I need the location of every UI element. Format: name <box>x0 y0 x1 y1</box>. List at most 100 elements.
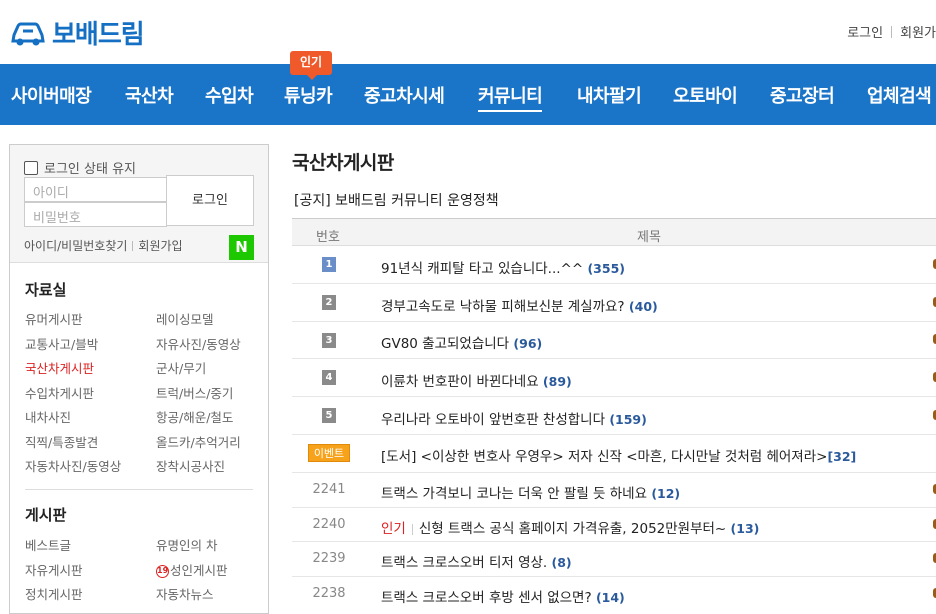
nav-used-car-price[interactable]: 중고차시세 <box>364 82 445 108</box>
row-title[interactable]: 트랙스 크로스오버 티저 영상. (8) <box>381 551 572 571</box>
sidebar-link[interactable]: 교통사고/블박 <box>25 334 98 353</box>
nav-motorcycle[interactable]: 오토바이 <box>673 82 738 108</box>
row-title[interactable]: [도서] <이상한 변호사 우영우> 저자 신작 <마흔, 다시만날 것처럼 헤… <box>381 445 856 465</box>
keep-login[interactable]: 로그인 상태 유지 <box>24 158 136 177</box>
sidebar-link[interactable]: 자동차뉴스 <box>156 584 214 603</box>
row-number: 2241 <box>312 482 346 497</box>
row-number: 2240 <box>312 517 346 532</box>
sidebar-link[interactable]: 트럭/버스/중기 <box>156 383 233 402</box>
account-links: 아이디/비밀번호찾기 회원가입 <box>24 237 183 254</box>
comment-count: (8) <box>551 555 572 570</box>
sidebar-link-adult[interactable]: 19 성인게시판 <box>156 560 228 579</box>
nav-sell-my-car[interactable]: 내차팔기 <box>577 82 642 108</box>
adult-19-icon: 19 <box>156 565 169 578</box>
row-title[interactable]: 트랙스 가격보니 코나는 더욱 안 팔릴 듯 하네요 (12) <box>381 482 680 502</box>
comment-count: (40) <box>628 299 658 314</box>
post-title: 신형 트랙스 공식 홈페이지 가격유출, 2052만원부터~ <box>418 521 727 537</box>
post-title: 이륜차 번호판이 바뀐다네요 <box>381 374 539 390</box>
join-link[interactable]: 회원가입 <box>138 237 182 254</box>
row-title[interactable]: 인기 신형 트랙스 공식 홈페이지 가격유출, 2052만원부터~ (13) <box>381 517 759 537</box>
table-row[interactable]: 2241 트랙스 가격보니 코나는 더욱 안 팔릴 듯 하네요 (12) <box>292 473 936 508</box>
adult-board-label: 성인게시판 <box>170 563 228 578</box>
nav-domestic-car[interactable]: 국산차 <box>125 82 174 108</box>
row-number: 3 <box>292 332 366 348</box>
row-number: 5 <box>292 407 366 423</box>
sidebar-link[interactable]: 장착시공사진 <box>156 456 225 475</box>
naver-login-icon[interactable]: N <box>229 235 254 260</box>
sidebar-link[interactable]: 베스트글 <box>25 535 71 554</box>
rank-badge: 2 <box>322 295 336 310</box>
post-title: [도서] <이상한 변호사 우영우> 저자 신작 <마흔, 다시만날 것처럼 헤… <box>381 449 828 465</box>
comment-count: (159) <box>609 412 647 427</box>
nav-cyber-store[interactable]: 사이버매장 <box>11 82 92 108</box>
row-title[interactable]: GV80 출고되었습니다 (96) <box>381 332 542 352</box>
nav-tuning-car[interactable]: 튜닝카 <box>284 82 333 108</box>
sidebar-link[interactable]: 자유게시판 <box>25 560 83 579</box>
row-number: 2 <box>292 294 366 310</box>
comment-count: (355) <box>587 261 625 276</box>
join-link[interactable]: 회원가 <box>900 22 936 41</box>
id-input[interactable]: 아이디 <box>24 177 167 202</box>
sidebar-link[interactable]: 유명인의 차 <box>156 535 217 554</box>
sidebar-link[interactable]: 올드카/추억거리 <box>156 432 241 451</box>
top-links: 로그인 회원가 <box>847 22 936 41</box>
sidebar-link[interactable]: 내차사진 <box>25 407 71 426</box>
find-account-link[interactable]: 아이디/비밀번호찾기 <box>24 237 127 254</box>
sidebar-link[interactable]: 수입차게시판 <box>25 383 94 402</box>
table-row[interactable]: 2238 트랙스 크로스오버 후방 센서 없으면? (14) <box>292 577 936 606</box>
divider <box>411 523 413 535</box>
sidebar-link[interactable]: 자유사진/동영상 <box>156 334 241 353</box>
table-row[interactable]: 2239 트랙스 크로스오버 티저 영상. (8) <box>292 542 936 577</box>
nav-used-market[interactable]: 중고장터 <box>770 82 835 108</box>
rank-badge: 3 <box>322 333 336 348</box>
row-title[interactable]: 트랙스 크로스오버 후방 센서 없으면? (14) <box>381 586 625 606</box>
row-title[interactable]: 경부고속도로 낙하물 피해보신분 계실까요? (40) <box>381 295 658 315</box>
sidebar-link[interactable]: 항공/해운/철도 <box>156 407 233 426</box>
row-number: 1 <box>292 256 366 272</box>
post-title: GV80 출고되었습니다 <box>381 336 510 352</box>
table-row[interactable]: 2 경부고속도로 낙하물 피해보신분 계실까요? (40) <box>292 284 936 322</box>
post-title: 우리나라 오토바이 앞번호판 찬성합니다 <box>381 412 606 428</box>
nav-company-search[interactable]: 업체검색 <box>867 82 932 108</box>
login-link[interactable]: 로그인 <box>847 22 883 41</box>
password-input[interactable]: 비밀번호 <box>24 202 167 227</box>
sidebar-link[interactable]: 레이싱모델 <box>156 309 214 328</box>
sidebar-link[interactable]: 자동차사진/동영상 <box>25 456 121 475</box>
sidebar-link[interactable]: 직찍/특종발견 <box>25 432 98 451</box>
row-number: 2238 <box>312 586 346 601</box>
comment-count: (13) <box>730 521 760 536</box>
table-row[interactable]: 3 GV80 출고되었습니다 (96) <box>292 322 936 359</box>
post-title: 트랙스 가격보니 코나는 더욱 안 팔릴 듯 하네요 <box>381 486 648 502</box>
sidebar-link[interactable]: 유머게시판 <box>25 309 83 328</box>
sidebar-link[interactable]: 정치게시판 <box>25 584 83 603</box>
table-row-event[interactable]: 이벤트 [도서] <이상한 변호사 우영우> 저자 신작 <마흔, 다시만날 것… <box>292 435 936 473</box>
nav-imported-car[interactable]: 수입차 <box>205 82 254 108</box>
rank-badge: 1 <box>322 257 336 272</box>
keep-login-label: 로그인 상태 유지 <box>44 162 136 177</box>
table-row[interactable]: 5 우리나라 오토바이 앞번호판 찬성합니다 (159) <box>292 397 936 435</box>
login-box: 로그인 상태 유지 아이디 비밀번호 로그인 아이디/비밀번호찾기 회원가입 N <box>10 145 268 263</box>
row-title[interactable]: 91년식 캐피탈 타고 있습니다...^^ (355) <box>381 257 625 277</box>
keep-login-checkbox[interactable] <box>24 160 38 175</box>
event-badge: 이벤트 <box>307 444 351 462</box>
page-title: 국산차게시판 <box>292 152 394 174</box>
table-row[interactable]: 2240 인기 신형 트랙스 공식 홈페이지 가격유출, 2052만원부터~ (1… <box>292 508 936 542</box>
column-header-title: 제목 <box>637 230 661 245</box>
hot-badge: 인기 <box>290 51 332 80</box>
table-row[interactable]: 1 91년식 캐피탈 타고 있습니다...^^ (355) <box>292 246 936 284</box>
nav-community[interactable]: 커뮤니티 <box>478 82 543 112</box>
row-title[interactable]: 이륜차 번호판이 바뀐다네요 (89) <box>381 370 572 390</box>
car-logo-icon <box>11 22 45 45</box>
table-header: 번호 제목 <box>292 218 936 246</box>
site-logo[interactable]: 보배드림 <box>10 14 145 51</box>
sidebar-link-active[interactable]: 국산차게시판 <box>25 358 94 377</box>
notice-link[interactable]: [공지] 보배드림 커뮤니티 운영정책 <box>294 190 499 210</box>
divider <box>891 25 893 38</box>
table-row[interactable]: 4 이륜차 번호판이 바뀐다네요 (89) <box>292 359 936 397</box>
row-number: 이벤트 <box>292 444 366 462</box>
divider <box>25 489 253 490</box>
login-button[interactable]: 로그인 <box>166 175 254 226</box>
sidebar-link[interactable]: 군사/무기 <box>156 358 206 377</box>
row-title[interactable]: 우리나라 오토바이 앞번호판 찬성합니다 (159) <box>381 408 647 428</box>
column-header-number: 번호 <box>316 230 340 245</box>
